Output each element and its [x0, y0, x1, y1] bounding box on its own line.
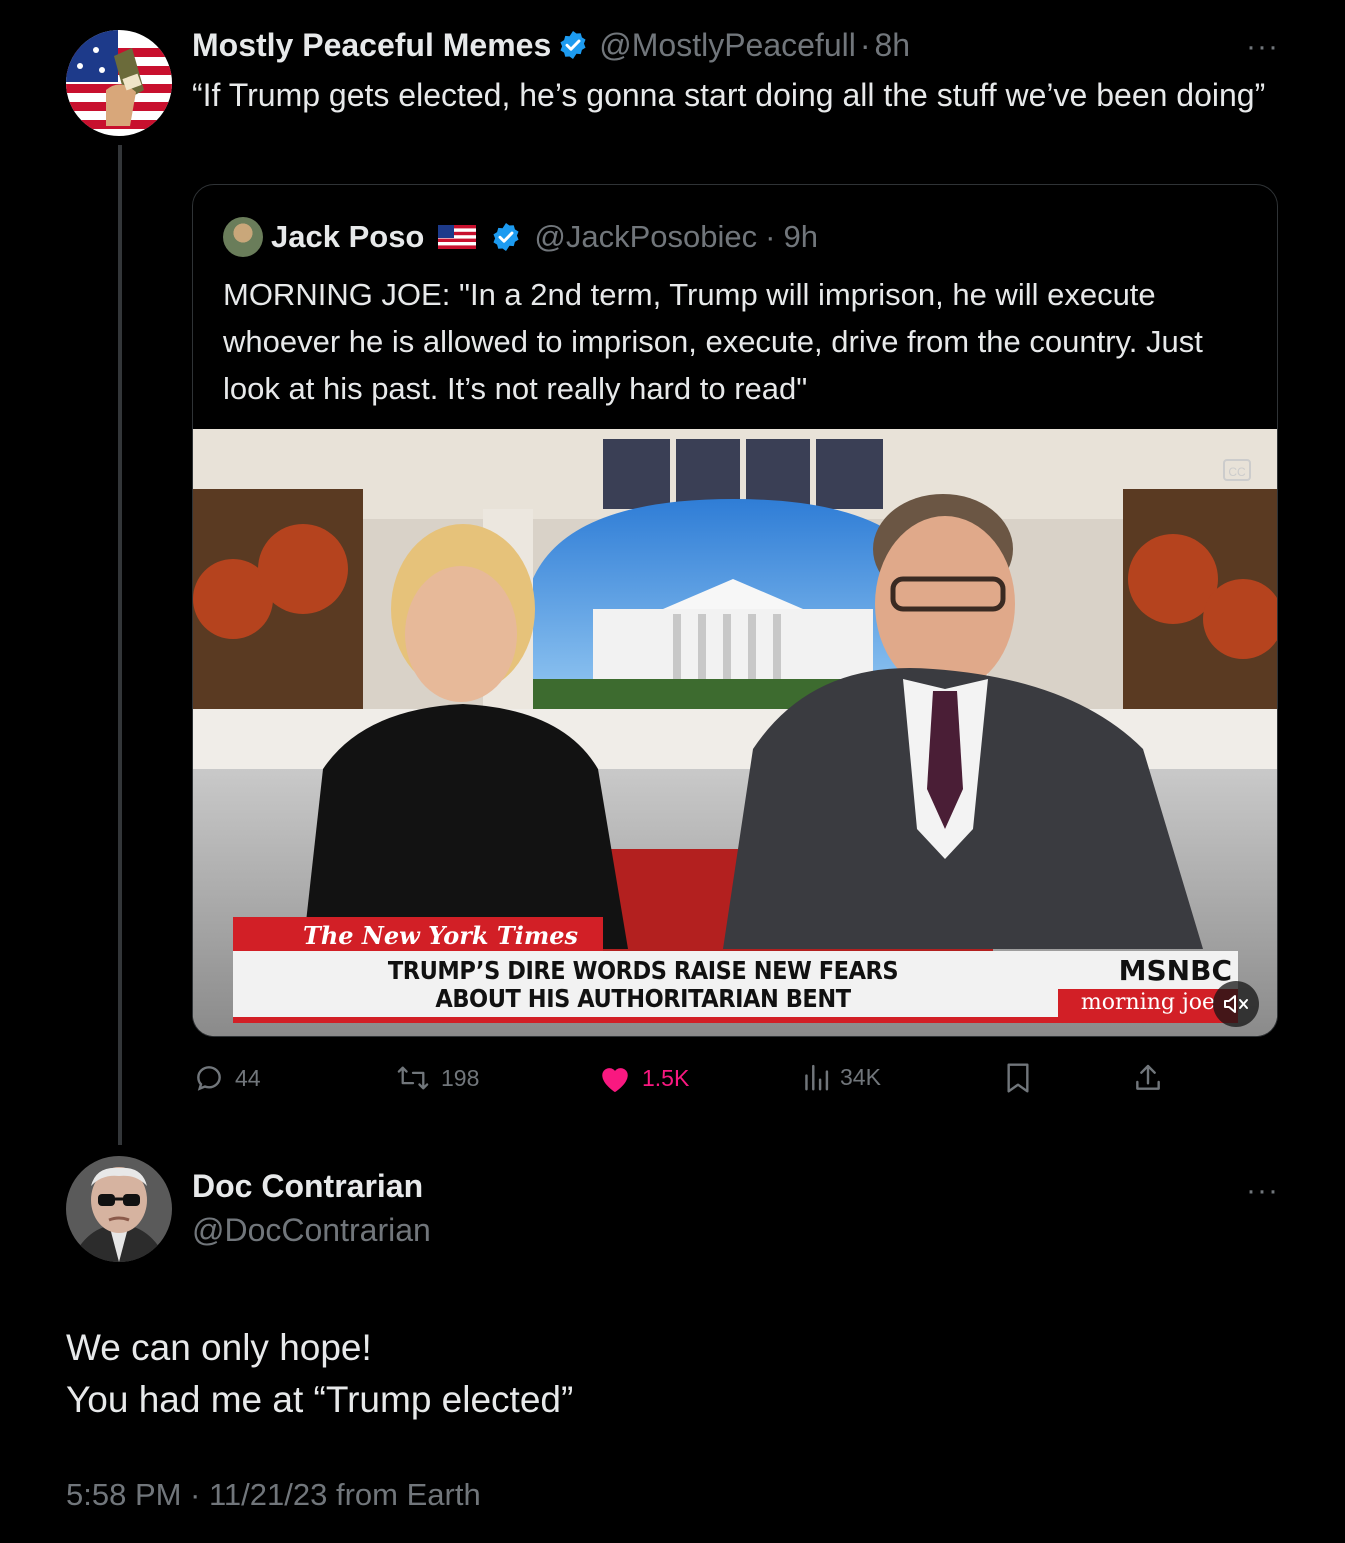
separator-dot: · — [859, 26, 871, 63]
views-button[interactable]: 34K — [802, 1062, 881, 1092]
chyron-headline: TRUMP’S DIRE WORDS RAISE NEW FEARS ABOUT… — [274, 957, 1012, 1013]
share-button[interactable] — [1132, 1062, 1164, 1094]
share-icon — [1136, 1064, 1160, 1090]
bookmark-icon — [1007, 1063, 1029, 1093]
reply-timestamp[interactable]: 5:58 PM · 11/21/23 from Earth — [66, 1477, 481, 1513]
bookmark-button[interactable] — [1004, 1062, 1032, 1094]
mute-icon[interactable] — [1213, 981, 1259, 1027]
quoted-tweet-header: Jack Poso @JackPosobiec · 9h — [223, 215, 818, 259]
like-button[interactable]: 1.5K — [598, 1062, 689, 1094]
author-name[interactable]: Mostly Peaceful Memes — [192, 27, 551, 64]
reply-icon — [197, 1066, 221, 1091]
more-icon[interactable]: ··· — [1246, 1174, 1279, 1208]
repost-button[interactable]: 198 — [395, 1062, 479, 1094]
verified-badge-icon[interactable] — [490, 221, 522, 253]
parent-tweet-header: Mostly Peaceful Memes @MostlyPeacefull ·… — [192, 25, 910, 65]
separator-dot: · — [765, 219, 776, 254]
reply-text-line-1: We can only hope! — [66, 1327, 372, 1368]
chyron-line-2: ABOUT HIS AUTHORITARIAN BENT — [435, 984, 851, 1013]
repost-icon — [397, 1066, 429, 1090]
quoted-tweet-time[interactable]: 9h — [783, 219, 817, 255]
reply-count: 44 — [235, 1064, 261, 1091]
show-name-label: morning joe — [1058, 989, 1238, 1019]
reply-author-name[interactable]: Doc Contrarian — [192, 1168, 423, 1205]
author-handle[interactable]: @MostlyPeacefull — [599, 27, 856, 64]
reply-tweet-text: We can only hope! You had me at “Trump e… — [66, 1322, 573, 1426]
reply-text-line-2: You had me at “Trump elected” — [66, 1379, 574, 1420]
avatar-mostly-peaceful-memes[interactable] — [66, 30, 172, 136]
cc-icon[interactable]: CC — [1223, 459, 1251, 481]
views-icon — [805, 1064, 829, 1091]
us-flag-icon — [438, 225, 477, 249]
verified-badge-icon[interactable] — [557, 29, 589, 61]
chyron-line-1: TRUMP’S DIRE WORDS RAISE NEW FEARS — [387, 956, 899, 985]
reply-author-handle[interactable]: @DocContrarian — [192, 1212, 431, 1249]
quoted-author-name[interactable]: Jack Poso — [271, 219, 424, 255]
quoted-author-handle[interactable]: @JackPosobiec — [534, 219, 757, 255]
parent-tweet-text: “If Trump gets elected, he’s gonna start… — [192, 77, 1266, 113]
more-icon[interactable]: ··· — [1246, 30, 1279, 64]
quoted-tweet-text: MORNING JOE: "In a 2nd term, Trump will … — [223, 277, 1203, 406]
video-player[interactable]: CC The New York Times TRUMP’S DIRE WORDS… — [193, 429, 1277, 1036]
like-count: 1.5K — [642, 1064, 690, 1091]
avatar-jack-poso[interactable] — [223, 217, 263, 257]
chyron-source-label: The New York Times — [233, 917, 603, 955]
quoted-tweet-card[interactable]: Jack Poso @JackPosobiec · 9h MORNING JOE… — [192, 184, 1278, 1037]
thread-connector-line — [118, 145, 122, 1145]
reply-button[interactable]: 44 — [193, 1062, 261, 1094]
network-logo: MSNBC — [1118, 954, 1232, 987]
avatar-doc-contrarian[interactable] — [66, 1156, 172, 1262]
chyron-headline-bar: TRUMP’S DIRE WORDS RAISE NEW FEARS ABOUT… — [233, 951, 1238, 1023]
tweet-time[interactable]: 8h — [874, 27, 910, 64]
like-icon — [602, 1068, 628, 1093]
repost-count: 198 — [441, 1064, 480, 1091]
view-count: 34K — [840, 1063, 881, 1090]
